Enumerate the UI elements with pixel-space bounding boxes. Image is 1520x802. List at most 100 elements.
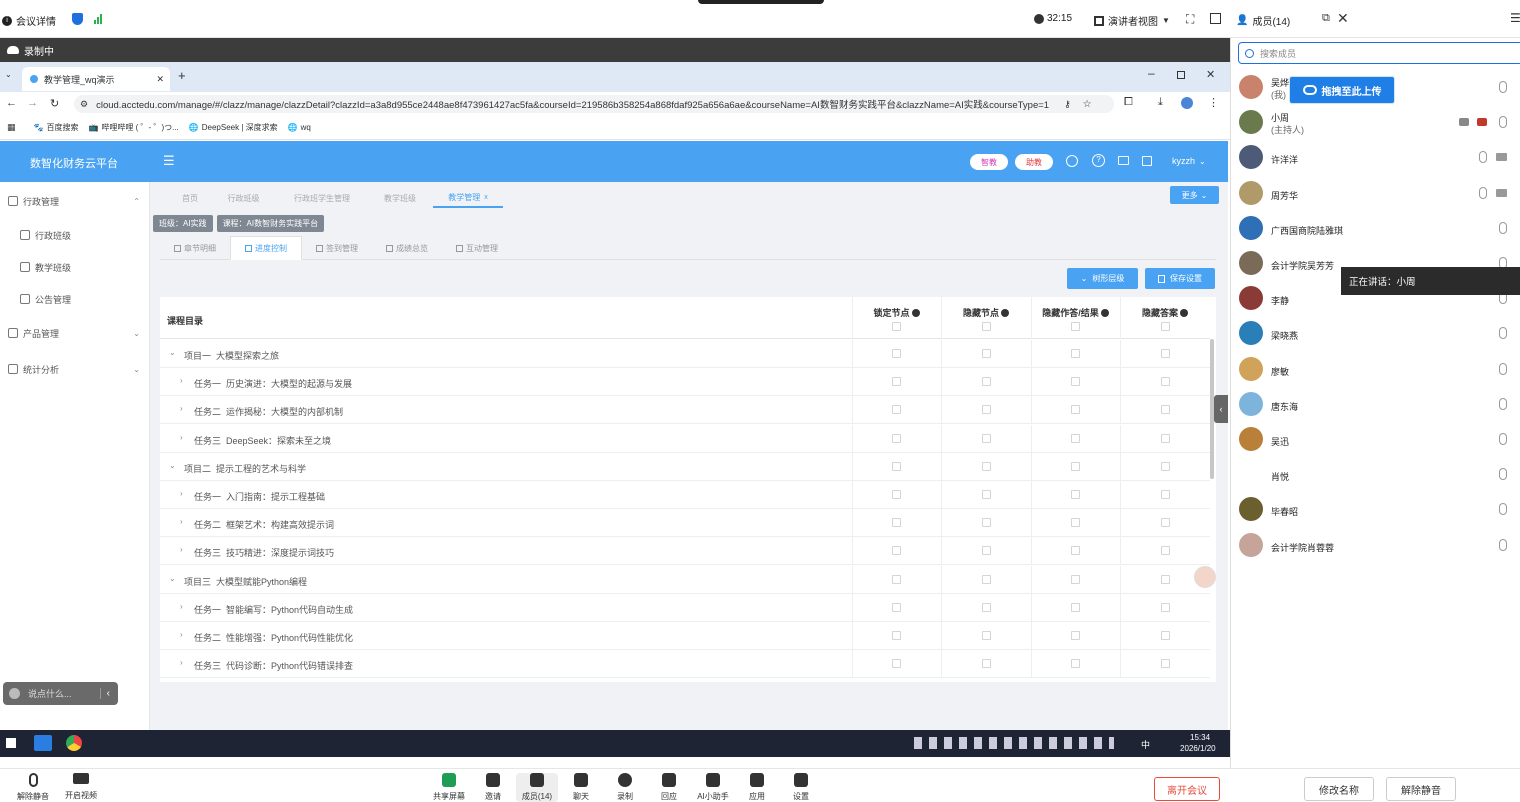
header-checkbox[interactable] — [982, 322, 991, 331]
row-checkbox[interactable] — [982, 518, 991, 528]
screen-share-handle[interactable] — [698, 0, 824, 4]
sidebar-item[interactable]: 教学班级 — [20, 258, 140, 276]
chevron-right-icon[interactable]: › — [180, 517, 183, 526]
row-checkbox[interactable] — [1161, 574, 1170, 584]
member-row[interactable]: 小周 (主持人) — [1231, 105, 1520, 140]
row-checkbox[interactable] — [1071, 602, 1080, 612]
ime-indicator[interactable]: 中 — [1141, 738, 1150, 751]
row-checkbox[interactable] — [892, 574, 901, 584]
ai-tool-button[interactable]: AI小助手 — [692, 773, 734, 802]
chevron-down-icon[interactable]: ⌄ — [169, 348, 176, 357]
mic-muted-icon[interactable] — [1479, 186, 1487, 199]
tab-close-icon[interactable]: ✕ — [156, 74, 164, 85]
row-checkbox[interactable] — [1161, 405, 1170, 415]
row-checkbox[interactable] — [1161, 461, 1170, 471]
row-checkbox[interactable] — [1071, 546, 1080, 556]
member-row[interactable]: 吴迅 — [1231, 422, 1520, 457]
members-toggle[interactable]: 👤 成员(14) — [1236, 13, 1290, 28]
row-checkbox[interactable] — [892, 631, 901, 640]
row-checkbox[interactable] — [982, 659, 991, 669]
member-row[interactable]: 广西国商院陆雅琪 — [1231, 211, 1520, 246]
meeting-app-icon[interactable] — [34, 735, 52, 751]
split-view-icon[interactable] — [1210, 13, 1221, 24]
row-checkbox[interactable] — [1071, 349, 1080, 358]
row-checkbox[interactable] — [1161, 518, 1170, 528]
row-checkbox[interactable] — [1161, 433, 1170, 443]
member-row[interactable]: 毕春昭 — [1231, 492, 1520, 527]
user-menu[interactable]: kyzzh ⌄ — [1172, 156, 1206, 166]
new-tab-icon[interactable]: + — [178, 68, 186, 83]
row-checkbox[interactable] — [1071, 433, 1080, 443]
member-row[interactable]: 廖敏 — [1231, 352, 1520, 387]
page-tab[interactable]: 教学班级 — [367, 188, 433, 208]
row-checkbox[interactable] — [1161, 602, 1170, 612]
row-checkbox[interactable] — [1071, 574, 1080, 584]
mic-muted-icon[interactable] — [1499, 397, 1507, 410]
row-checkbox[interactable] — [892, 461, 901, 471]
mic-muted-icon[interactable] — [1499, 327, 1507, 340]
chevron-right-icon[interactable]: › — [180, 376, 183, 385]
row-checkbox[interactable] — [1071, 405, 1080, 415]
chat-tool-button[interactable]: 聊天 — [560, 773, 602, 802]
question-icon[interactable] — [1180, 308, 1188, 317]
lock-icon[interactable] — [1142, 156, 1152, 166]
row-checkbox[interactable] — [892, 377, 901, 387]
row-checkbox[interactable] — [1161, 349, 1170, 358]
sub-tab[interactable]: 成绩总览 — [372, 236, 442, 260]
header-checkbox[interactable] — [892, 322, 901, 331]
video-button[interactable]: 开启视频 — [56, 773, 106, 801]
windows-start-icon[interactable] — [6, 738, 16, 748]
row-checkbox[interactable] — [892, 602, 901, 612]
row-checkbox[interactable] — [1161, 490, 1170, 499]
collapse-left-icon[interactable]: ‹ — [99, 688, 110, 699]
tree-level-button[interactable]: ⌄ 树形层级 — [1067, 268, 1138, 289]
row-checkbox[interactable] — [892, 405, 901, 415]
row-checkbox[interactable] — [982, 546, 991, 556]
row-checkbox[interactable] — [1161, 659, 1170, 669]
fullscreen-icon[interactable]: ⛶ — [1186, 12, 1194, 27]
browser-menu-icon[interactable]: ⋮ — [1208, 96, 1219, 109]
row-checkbox[interactable] — [1071, 631, 1080, 640]
invite-tool-button[interactable]: 邀请 — [472, 773, 514, 802]
chevron-down-icon[interactable]: ⌄ — [169, 461, 176, 470]
headset-icon[interactable] — [1066, 155, 1078, 167]
unmute-me-button[interactable]: 解除静音 — [1386, 777, 1456, 801]
bookmark-wq[interactable]: 🌐 wq — [288, 123, 311, 132]
chevron-right-icon[interactable]: › — [180, 658, 183, 667]
sidebar-item[interactable]: 统计分析 ⌄ — [8, 360, 140, 378]
sidebar-item[interactable]: 公告管理 — [20, 290, 140, 308]
bookmark-baidu[interactable]: 🐾 百度搜索 — [34, 122, 79, 133]
sidebar-item[interactable]: 行政管理 ⌃ — [8, 192, 140, 210]
address-bar[interactable]: ⚙ cloud.acctedu.com/manage/#/clazz/manag… — [74, 95, 1114, 113]
mic-muted-icon[interactable] — [1499, 503, 1507, 516]
mic-muted-icon[interactable] — [1499, 538, 1507, 551]
sub-tab[interactable]: 章节明细 — [160, 236, 230, 260]
tab-close-icon[interactable]: x — [484, 194, 488, 201]
reload-icon[interactable]: ↻ — [50, 97, 59, 110]
download-icon[interactable]: ⤓ — [1158, 96, 1163, 109]
mic-muted-icon[interactable] — [1499, 116, 1507, 129]
sidebar-item[interactable]: 产品管理 ⌄ — [8, 324, 140, 342]
row-checkbox[interactable] — [982, 433, 991, 443]
apps-tool-button[interactable]: 应用 — [736, 773, 778, 802]
settings-tool-button[interactable]: 设置 — [780, 773, 822, 802]
row-checkbox[interactable] — [1071, 490, 1080, 499]
collapse-handle-icon[interactable]: ‹ — [1214, 395, 1228, 423]
assistant-avatar[interactable] — [1194, 566, 1216, 588]
sub-tab[interactable]: 进度控制 — [230, 236, 302, 260]
apps-grid-icon[interactable]: ▦ — [7, 122, 16, 133]
row-checkbox[interactable] — [982, 631, 991, 640]
member-search-input[interactable]: 搜索成员 — [1238, 42, 1520, 64]
unmute-button[interactable]: 解除静音 — [8, 773, 58, 802]
sidebar-item[interactable]: 行政班级 — [20, 226, 140, 244]
bookmark-bilibili[interactable]: 📺 哔哩哔哩 ( ゜- ゜)つ... — [88, 122, 178, 133]
header-checkbox[interactable] — [1071, 322, 1080, 331]
message-icon[interactable] — [1118, 156, 1129, 165]
popout-icon[interactable]: ⧉ — [1322, 12, 1330, 25]
view-mode-dropdown[interactable]: 演讲者视图 ▼ — [1094, 13, 1170, 28]
camera-icon[interactable] — [1496, 153, 1507, 162]
camera-icon[interactable] — [1496, 188, 1507, 197]
meeting-info-button[interactable]: i 会议详情 — [2, 13, 56, 28]
row-checkbox[interactable] — [1161, 546, 1170, 556]
member-row[interactable]: 周芳华 — [1231, 176, 1520, 211]
